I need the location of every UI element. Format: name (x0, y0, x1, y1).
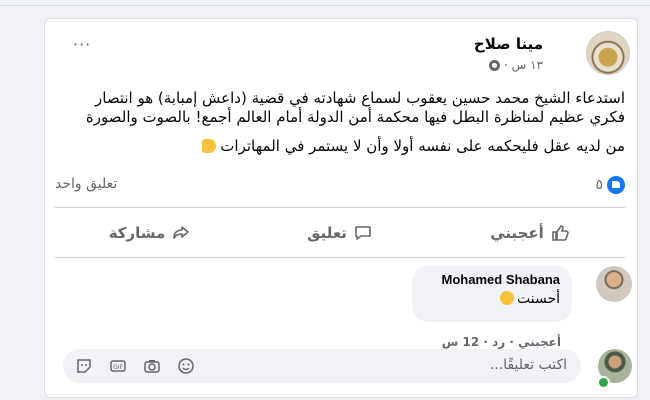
hand-emoji-icon (202, 139, 217, 153)
like-count: ٥ (595, 177, 603, 193)
thumbs-up-icon (552, 225, 569, 241)
post-time[interactable]: ١٣ س · (504, 58, 543, 72)
comment-input-icons: GIF (75, 357, 195, 375)
post-author[interactable]: مينا صلاح (474, 35, 543, 53)
comment-input-placeholder: اكتب تعليقًا... (489, 357, 567, 373)
post-text-line1: استدعاء الشيخ محمد حسين يعقوب لسماع شهاد… (85, 89, 625, 126)
comment-author[interactable]: Mohamed Shabana (424, 272, 560, 287)
sticker-icon[interactable] (75, 357, 93, 375)
comment-input[interactable]: اكتب تعليقًا... GIF (63, 349, 581, 383)
comment-button[interactable]: تعليق (245, 213, 435, 253)
share-button-label: مشاركة (108, 224, 166, 242)
clap-emoji-icon (499, 291, 514, 305)
comment-text: أحسنت (424, 291, 560, 307)
share-button[interactable]: مشاركة (55, 213, 245, 253)
post-card: مينا صلاح ١٣ س · ··· استدعاء الشيخ محمد … (44, 18, 638, 398)
like-button-label: أعجبني (490, 224, 544, 242)
divider (55, 207, 625, 208)
gif-icon[interactable]: GIF (109, 357, 127, 375)
feed-separator (0, 0, 650, 6)
comment-count[interactable]: تعليق واحد (55, 176, 117, 192)
more-icon[interactable]: ··· (73, 37, 91, 53)
post-stats: ٥ تعليق واحد (55, 176, 625, 198)
comment-actions[interactable]: أعجبني · رد · 12 س (442, 335, 561, 349)
globe-icon (489, 59, 501, 71)
commenter-avatar[interactable] (596, 266, 632, 302)
post-meta: ١٣ س · (489, 58, 543, 72)
comment-button-label: تعليق (307, 224, 347, 242)
post-actions: أعجبني تعليق مشاركة (55, 213, 625, 253)
comment-text-label: أحسنت (516, 291, 560, 307)
comment-bubble: Mohamed Shabana أحسنت (412, 266, 572, 322)
online-status-icon (597, 376, 610, 389)
reaction-summary[interactable]: ٥ (595, 176, 625, 194)
post-text-line2: من لديه عقل فليحكمه على نفسه أولا وأن لا… (65, 137, 625, 156)
camera-icon[interactable] (143, 357, 161, 375)
comment-icon (355, 226, 371, 240)
post-text: استدعاء الشيخ محمد حسين يعقوب لسماع شهاد… (65, 89, 625, 156)
author-avatar[interactable] (586, 31, 630, 75)
like-button[interactable]: أعجبني (435, 213, 625, 253)
like-reaction-icon (607, 176, 625, 194)
svg-text:GIF: GIF (113, 364, 123, 371)
share-icon (173, 226, 190, 239)
divider (55, 257, 625, 258)
emoji-icon[interactable] (177, 357, 195, 375)
post-text-line2-text: من لديه عقل فليحكمه على نفسه أولا وأن لا… (220, 137, 625, 155)
